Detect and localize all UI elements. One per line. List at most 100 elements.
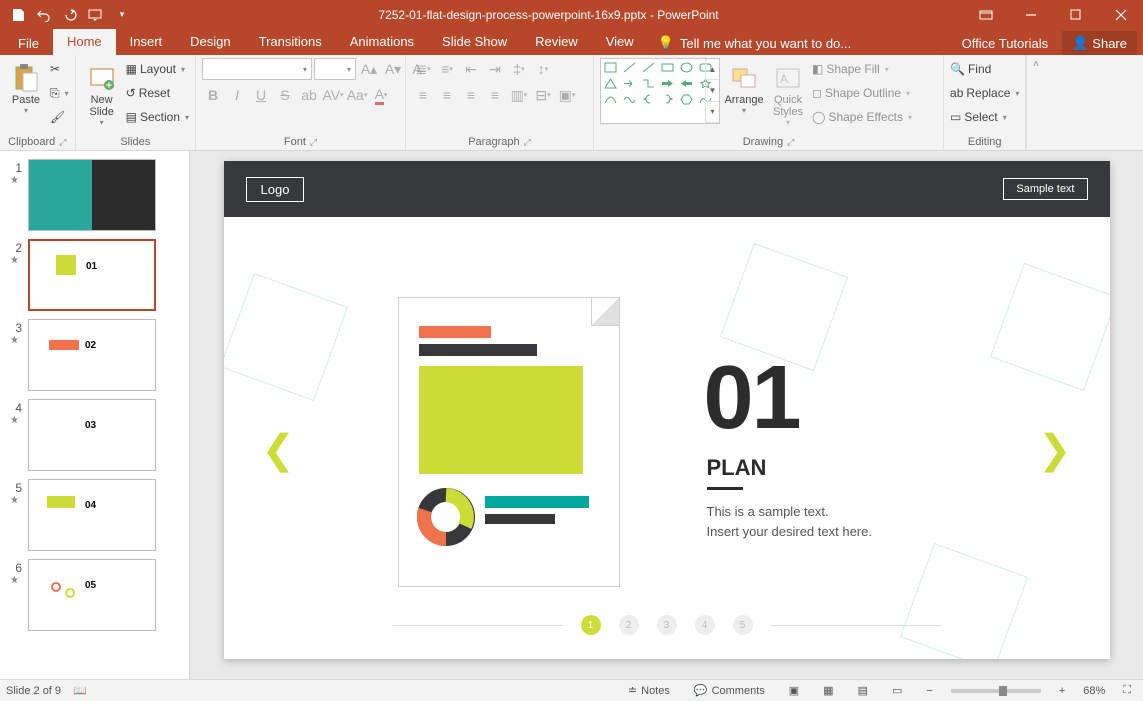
tab-slideshow[interactable]: Slide Show xyxy=(428,29,521,55)
gallery-up-icon[interactable]: ▲ xyxy=(706,59,719,80)
quick-styles-button[interactable]: A Quick Styles▾ xyxy=(768,58,808,127)
qat-more-icon[interactable]: ▾ xyxy=(110,3,134,27)
shape-elbow-icon[interactable] xyxy=(641,77,656,90)
numbering-icon[interactable]: ≡▾ xyxy=(436,58,458,80)
tab-insert[interactable]: Insert xyxy=(116,29,177,55)
slide-title[interactable]: PLAN xyxy=(707,455,767,481)
shape-oval-icon[interactable] xyxy=(679,61,694,74)
shape-rbrace-icon[interactable] xyxy=(660,93,675,106)
slide-description[interactable]: This is a sample text. Insert your desir… xyxy=(707,502,872,541)
zoom-level[interactable]: 68% xyxy=(1083,685,1105,697)
shapes-gallery[interactable]: ▲▼▾ xyxy=(600,58,720,124)
shape-fill-button[interactable]: ◧Shape Fill▾ xyxy=(812,58,912,80)
office-tutorials-link[interactable]: Office Tutorials xyxy=(962,36,1048,51)
pager-dot-1[interactable]: 1 xyxy=(581,615,601,635)
line-spacing-icon[interactable]: ‡▾ xyxy=(508,58,530,80)
collapse-ribbon-icon[interactable]: ˄ xyxy=(1026,55,1044,150)
underline-button[interactable]: U xyxy=(250,84,272,106)
thumb-3[interactable]: 3★02 xyxy=(0,315,189,395)
indent-icon[interactable]: ⇥ xyxy=(484,58,506,80)
minimize-icon[interactable] xyxy=(1008,0,1053,29)
thumb-4[interactable]: 4★03 xyxy=(0,395,189,475)
close-icon[interactable] xyxy=(1098,0,1143,29)
font-color-button[interactable]: A▾ xyxy=(370,84,392,106)
shape-lbrace-icon[interactable] xyxy=(641,93,656,106)
maximize-icon[interactable] xyxy=(1053,0,1098,29)
smartart-icon[interactable]: ▣▾ xyxy=(556,84,578,106)
case-button[interactable]: Aa▾ xyxy=(346,84,368,106)
text-direction-icon[interactable]: ↕▾ xyxy=(532,58,554,80)
shape-textbox-icon[interactable] xyxy=(603,61,618,74)
gallery-down-icon[interactable]: ▼ xyxy=(706,80,719,101)
italic-button[interactable]: I xyxy=(226,84,248,106)
pager-dot-2[interactable]: 2 xyxy=(619,615,639,635)
slide-thumbnails[interactable]: 1★ 2★01 3★02 4★03 5★04 6★05 xyxy=(0,151,190,679)
logo-box[interactable]: Logo xyxy=(246,177,305,202)
tab-review[interactable]: Review xyxy=(521,29,592,55)
tab-design[interactable]: Design xyxy=(176,29,244,55)
cut-button[interactable]: ✂ xyxy=(50,58,69,80)
select-button[interactable]: ▭Select▾ xyxy=(950,106,1019,128)
align-right-icon[interactable]: ≡ xyxy=(460,84,482,106)
shape-larrow-icon[interactable] xyxy=(679,77,694,90)
ribbon-options-icon[interactable] xyxy=(963,0,1008,29)
thumb-5[interactable]: 5★04 xyxy=(0,475,189,555)
next-arrow-icon[interactable]: ❯ xyxy=(1038,427,1072,473)
shadow-button[interactable]: ab xyxy=(298,84,320,106)
align-text-icon[interactable]: ⊟▾ xyxy=(532,84,554,106)
shape-effects-button[interactable]: ◯Shape Effects▾ xyxy=(812,106,912,128)
spacing-button[interactable]: AV▾ xyxy=(322,84,344,106)
redo-icon[interactable] xyxy=(58,3,82,27)
shape-wave-icon[interactable] xyxy=(622,93,637,106)
paste-button[interactable]: Paste ▾ xyxy=(6,58,46,115)
thumb-1[interactable]: 1★ xyxy=(0,155,189,235)
slide-editor[interactable]: Logo Sample text ❮ ❯ xyxy=(190,151,1143,679)
spellcheck-icon[interactable]: 📖 xyxy=(73,684,87,697)
shape-curve-icon[interactable] xyxy=(603,93,618,106)
font-dialog-icon[interactable]: ⤢ xyxy=(310,137,317,148)
bullets-icon[interactable]: ≣▾ xyxy=(412,58,434,80)
align-center-icon[interactable]: ≡ xyxy=(436,84,458,106)
strike-button[interactable]: S xyxy=(274,84,296,106)
sorter-view-icon[interactable]: ▦ xyxy=(817,684,839,697)
format-painter-button[interactable]: 🖌 xyxy=(50,106,69,128)
shape-arrow-icon[interactable] xyxy=(622,77,637,90)
tab-file[interactable]: File xyxy=(4,32,53,55)
tab-transitions[interactable]: Transitions xyxy=(245,29,336,55)
shape-tri-icon[interactable] xyxy=(603,77,618,90)
thumb-2[interactable]: 2★01 xyxy=(0,235,189,315)
clipboard-dialog-icon[interactable]: ⤢ xyxy=(59,137,66,148)
prev-arrow-icon[interactable]: ❮ xyxy=(262,427,296,473)
shape-outline-button[interactable]: ◻Shape Outline▾ xyxy=(812,82,912,104)
slideshow-icon[interactable] xyxy=(84,3,108,27)
shape-rect-icon[interactable] xyxy=(660,61,675,74)
shape-rarrow-icon[interactable] xyxy=(660,77,675,90)
reset-button[interactable]: ↺Reset xyxy=(126,82,189,104)
layout-button[interactable]: ▦Layout▾ xyxy=(126,58,189,80)
outdent-icon[interactable]: ⇤ xyxy=(460,58,482,80)
share-button[interactable]: 👤 Share xyxy=(1062,31,1137,55)
reading-view-icon[interactable]: ▤ xyxy=(852,684,874,697)
notes-button[interactable]: ≐Notes xyxy=(622,684,676,697)
zoom-slider[interactable] xyxy=(951,689,1041,693)
slide-number[interactable]: 01 xyxy=(704,347,800,450)
thumb-6[interactable]: 6★05 xyxy=(0,555,189,635)
slide-counter[interactable]: Slide 2 of 9 xyxy=(6,685,61,697)
align-left-icon[interactable]: ≡ xyxy=(412,84,434,106)
shape-line2-icon[interactable] xyxy=(641,61,656,74)
section-button[interactable]: ▤Section▾ xyxy=(126,106,189,128)
grow-font-icon[interactable]: A▴ xyxy=(358,58,380,80)
drawing-dialog-icon[interactable]: ⤢ xyxy=(787,137,794,148)
slideshow-view-icon[interactable]: ▭ xyxy=(886,684,908,697)
justify-icon[interactable]: ≡ xyxy=(484,84,506,106)
tab-animations[interactable]: Animations xyxy=(336,29,428,55)
paragraph-dialog-icon[interactable]: ⤢ xyxy=(524,137,531,148)
bold-button[interactable]: B xyxy=(202,84,224,106)
zoom-thumb[interactable] xyxy=(999,686,1007,696)
sample-text-box[interactable]: Sample text xyxy=(1003,178,1087,200)
find-button[interactable]: 🔍Find xyxy=(950,58,1019,80)
pager-dot-4[interactable]: 4 xyxy=(695,615,715,635)
gallery-more-icon[interactable]: ▾ xyxy=(706,102,719,123)
replace-button[interactable]: abReplace▾ xyxy=(950,82,1019,104)
comments-button[interactable]: 💬Comments xyxy=(688,684,771,697)
